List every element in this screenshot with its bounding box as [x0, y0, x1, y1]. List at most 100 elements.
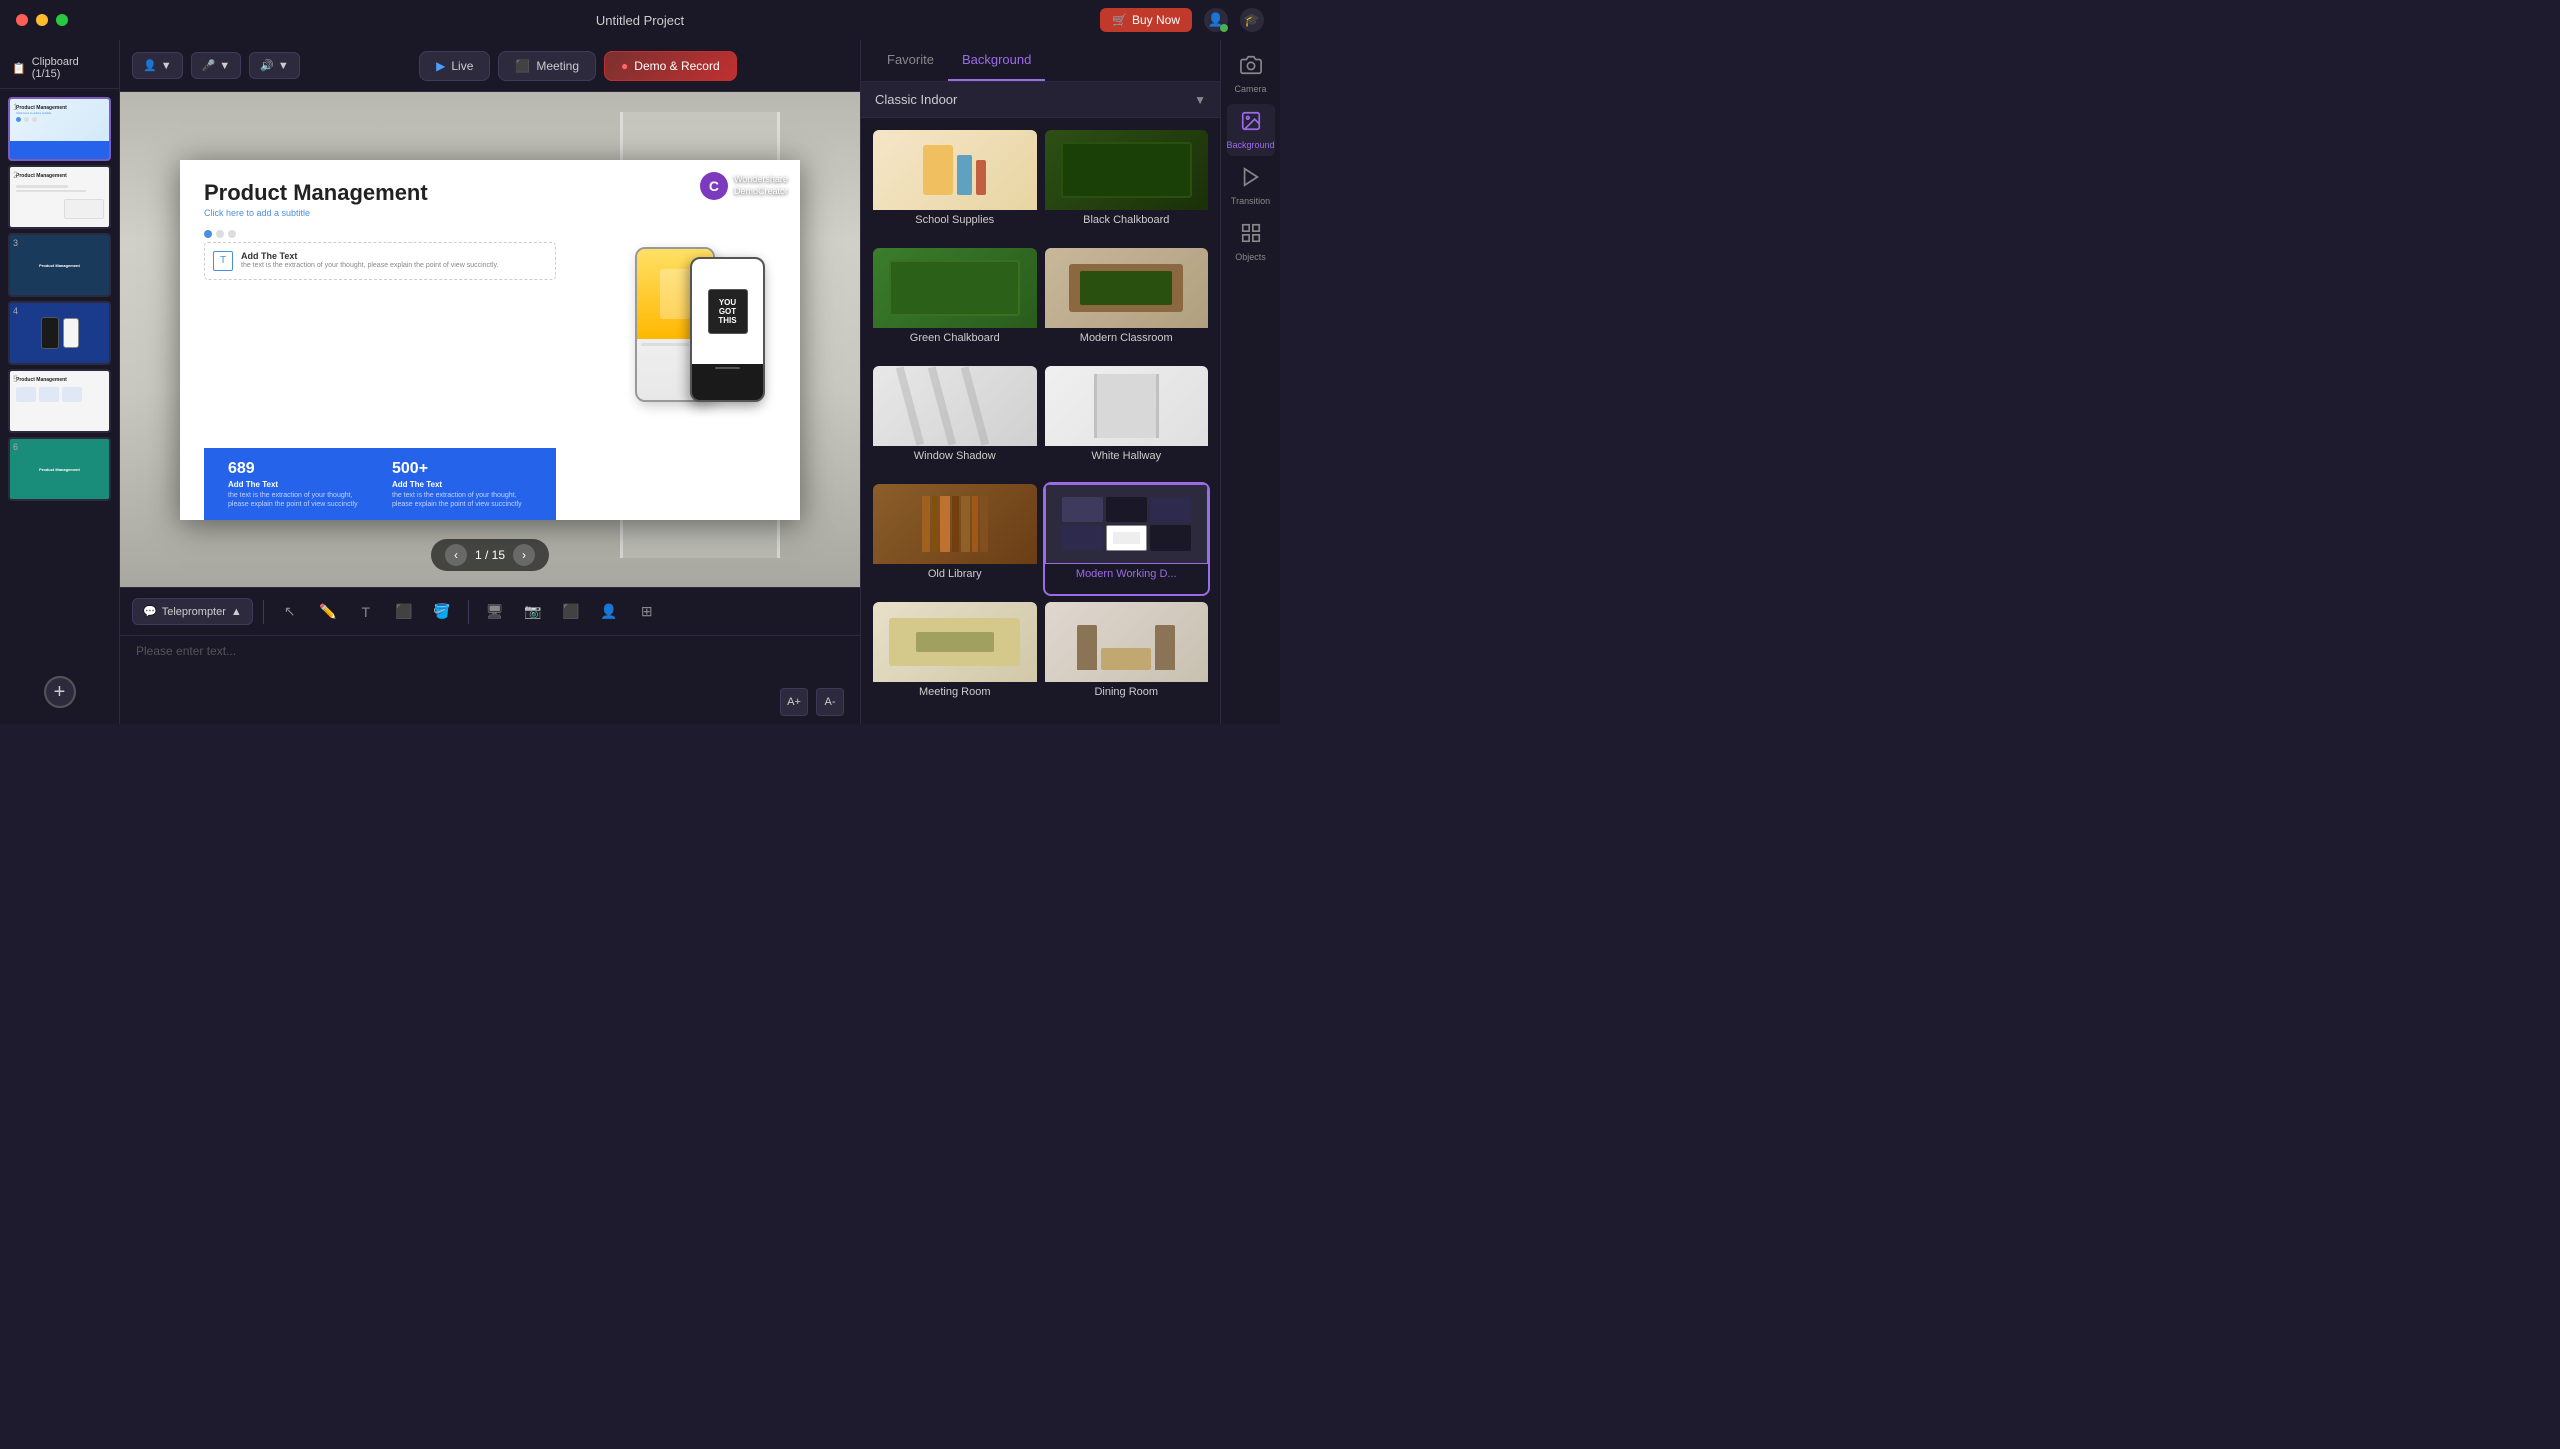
- bg-thumbnail: [1045, 602, 1209, 682]
- person-button[interactable]: 👤: [593, 596, 625, 628]
- bg-thumbnail: [1045, 366, 1209, 446]
- titlebar: Untitled Project 🛒 Buy Now 👤 🎓: [0, 0, 1280, 40]
- toolbar-separator-2: [468, 600, 469, 624]
- slide-item[interactable]: 3 Product Management: [8, 233, 111, 297]
- page-info: 1 / 15: [475, 548, 505, 562]
- background-item-white-hallway[interactable]: ♥ White Hallway: [1045, 366, 1209, 476]
- camera-rail-item[interactable]: Camera: [1227, 48, 1275, 100]
- background-tab[interactable]: Background: [948, 40, 1045, 81]
- teleprompter-text-area: Please enter text...: [120, 636, 860, 684]
- screen-capture-button[interactable]: 🖥: [479, 596, 511, 628]
- font-increase-button[interactable]: A+: [780, 688, 808, 716]
- background-item-dining-room[interactable]: ♥ Dining Room: [1045, 602, 1209, 712]
- clipboard-header: 📋 Clipboard (1/15): [0, 48, 119, 89]
- background-item-old-library[interactable]: ♥ Old Library: [873, 484, 1037, 594]
- shape-tool-button[interactable]: ⬛: [388, 596, 420, 628]
- canvas-navigation: ‹ 1 / 15 ›: [431, 539, 549, 571]
- background-item-window-shadow[interactable]: ♥ Window Shadow: [873, 366, 1037, 476]
- slide-item[interactable]: 4: [8, 301, 111, 365]
- camera-icon: [1240, 54, 1262, 81]
- slide-thumbnail: Product Management: [10, 439, 109, 499]
- more-icon: ⊞: [641, 603, 653, 620]
- background-item-meeting-room[interactable]: Meeting Room: [873, 602, 1037, 712]
- bg-thumbnail: [873, 248, 1037, 328]
- virtual-bg-icon: 👤: [143, 59, 157, 72]
- bottom-panel: 💬 Teleprompter ▲ ↖ ✏️ T ⬛ 🪣: [120, 587, 860, 724]
- font-decrease-button[interactable]: A-: [816, 688, 844, 716]
- bg-thumbnail: [873, 484, 1037, 564]
- background-item-black-chalkboard[interactable]: Black Chalkboard: [1045, 130, 1209, 240]
- slide-item[interactable]: 2 Product Management: [8, 165, 111, 229]
- transition-label: Transition: [1231, 196, 1270, 206]
- demo-record-button[interactable]: ● Demo & Record: [604, 51, 737, 81]
- teleprompter-button[interactable]: 💬 Teleprompter ▲: [132, 598, 253, 625]
- slide-item[interactable]: 1 Product Management Click here to add a…: [8, 97, 111, 161]
- slide-item[interactable]: 5 Product Management: [8, 369, 111, 433]
- user-avatar[interactable]: 👤: [1204, 8, 1228, 32]
- background-label: Background: [1226, 140, 1274, 150]
- teleprompter-icon: 💬: [143, 605, 157, 618]
- slide-canvas: C Wondershare DemoCreator Product Manage…: [180, 160, 800, 520]
- main-toolbar: 👤 ▼ 🎤 ▼ 🔊 ▼ ▶ Live: [120, 40, 860, 92]
- background-item-green-chalkboard[interactable]: Green Chalkboard: [873, 248, 1037, 358]
- photo-button[interactable]: 📷: [517, 596, 549, 628]
- background-item-school-supplies[interactable]: School Supplies: [873, 130, 1037, 240]
- background-item-modern-working[interactable]: ♥ Modern Working D...: [1045, 484, 1209, 594]
- background-rail-item[interactable]: Background: [1227, 104, 1275, 156]
- bottom-toolbar: 💬 Teleprompter ▲ ↖ ✏️ T ⬛ 🪣: [120, 588, 860, 636]
- cursor-tool-button[interactable]: ↖: [274, 596, 306, 628]
- prev-slide-button[interactable]: ‹: [445, 544, 467, 566]
- transition-rail-item[interactable]: Transition: [1227, 160, 1275, 212]
- background-item-modern-classroom[interactable]: ♥ Modern Classroom: [1045, 248, 1209, 358]
- objects-rail-item[interactable]: Objects: [1227, 216, 1275, 268]
- virtual-bg-button[interactable]: 👤 ▼: [132, 52, 183, 79]
- clipboard-icon: 📋: [12, 62, 26, 75]
- favorite-tab[interactable]: Favorite: [873, 40, 948, 81]
- person-icon: 👤: [600, 603, 617, 620]
- phone-mockups: YOUGOTTHIS: [580, 242, 800, 520]
- text-icon: T: [213, 251, 233, 271]
- overlay-button[interactable]: ⬛: [555, 596, 587, 628]
- text-icon: T: [362, 604, 371, 620]
- bg-label: Modern Classroom: [1045, 328, 1209, 348]
- maximize-button[interactable]: [56, 14, 68, 26]
- highlight-tool-button[interactable]: 🪣: [426, 596, 458, 628]
- phone-mockup-2: YOUGOTTHIS: [690, 257, 765, 402]
- watermark: C Wondershare DemoCreator: [700, 172, 788, 200]
- slide-item[interactable]: 6 Product Management: [8, 437, 111, 501]
- titlebar-actions: 🛒 Buy Now 👤 🎓: [1100, 8, 1264, 32]
- microphone-button[interactable]: 🎤 ▼: [191, 52, 242, 79]
- live-button[interactable]: ▶ Live: [419, 51, 490, 81]
- bg-thumbnail: [873, 602, 1037, 682]
- bg-label: Dining Room: [1045, 682, 1209, 702]
- stat-2: 500+ Add The Text the text is the extrac…: [392, 460, 532, 509]
- teleprompter-placeholder: Please enter text...: [136, 644, 236, 658]
- add-slide-button[interactable]: +: [44, 676, 76, 708]
- cursor-icon: ↖: [284, 603, 296, 620]
- category-dropdown[interactable]: Classic Indoor ▼: [861, 82, 1220, 118]
- pen-tool-button[interactable]: ✏️: [312, 596, 344, 628]
- highlight-icon: 🪣: [433, 603, 450, 620]
- live-icon: ▶: [436, 59, 445, 73]
- objects-label: Objects: [1235, 252, 1266, 262]
- close-button[interactable]: [16, 14, 28, 26]
- slide-title: Product Management: [204, 180, 776, 206]
- minimize-button[interactable]: [36, 14, 48, 26]
- next-slide-button[interactable]: ›: [513, 544, 535, 566]
- buy-now-button[interactable]: 🛒 Buy Now: [1100, 8, 1192, 32]
- bg-thumbnail: [1045, 484, 1209, 564]
- slide-thumbnail: Product Management: [10, 235, 109, 295]
- shape-icon: ⬛: [395, 603, 412, 620]
- more-button[interactable]: ⊞: [631, 596, 663, 628]
- text-tool-button[interactable]: T: [350, 596, 382, 628]
- slide-spacer: [204, 288, 556, 449]
- online-indicator: [1220, 24, 1228, 32]
- screen-icon: 🖥: [486, 603, 504, 620]
- background-rail-icon: [1240, 110, 1262, 137]
- slide-subtitle: Click here to add a subtitle: [204, 208, 776, 218]
- speaker-button[interactable]: 🔊 ▼: [249, 52, 300, 79]
- graduation-icon[interactable]: 🎓: [1240, 8, 1264, 32]
- virtual-bg-group: 👤 ▼: [132, 52, 183, 79]
- meeting-button[interactable]: ⬛ Meeting: [498, 51, 596, 81]
- meeting-icon: ⬛: [515, 59, 530, 73]
